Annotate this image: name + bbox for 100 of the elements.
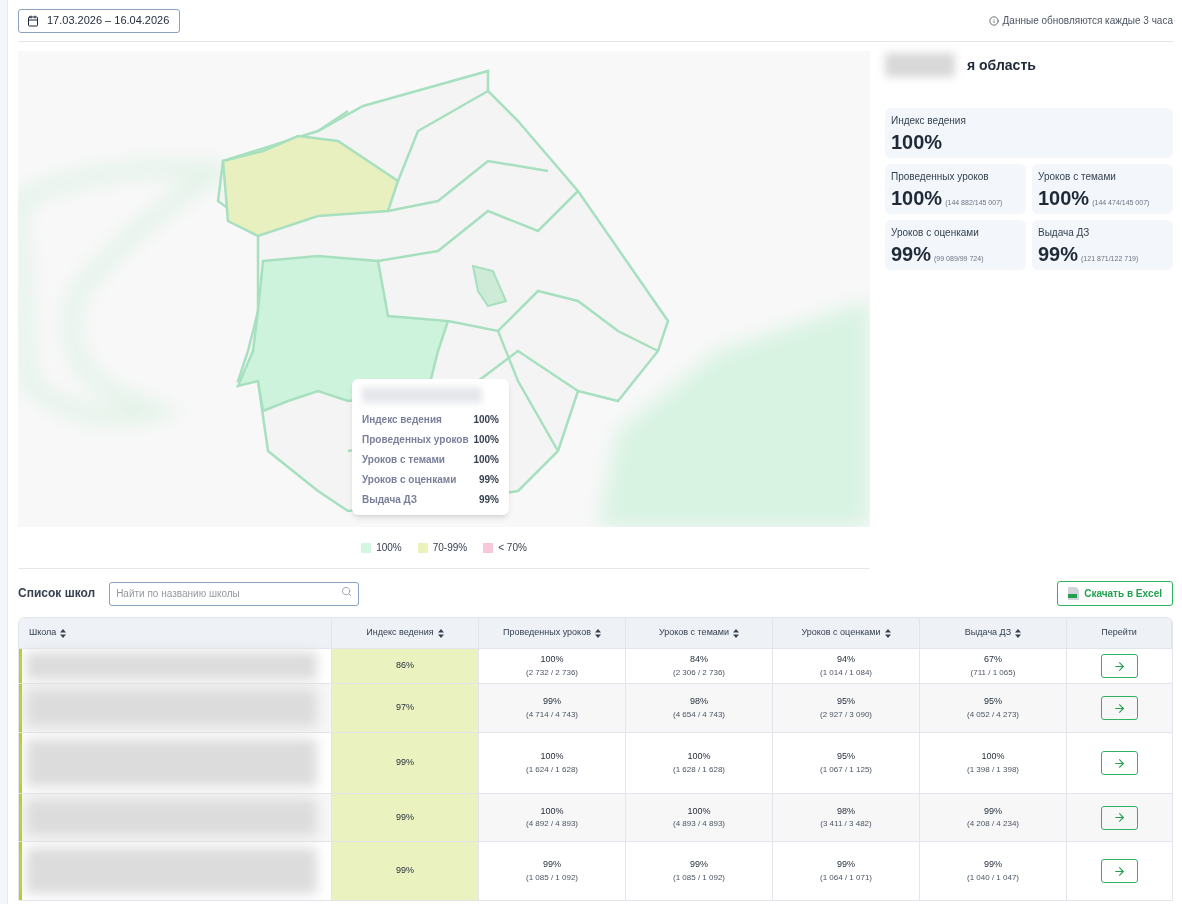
cell-detail: (2 927 / 3 090) (819, 708, 872, 721)
tooltip-label: Проведенных уроков (362, 432, 469, 447)
column-header[interactable]: Уроков с оценками (801, 626, 881, 640)
tooltip-value: 100% (473, 452, 499, 467)
date-range-picker[interactable]: 17.03.2026 – 16.04.2026 (18, 8, 180, 33)
arrow-right-icon (1113, 701, 1126, 715)
spreadsheet-file-icon (1068, 586, 1080, 600)
tooltip-label: Индекс ведения (362, 412, 442, 427)
legend-label: 100% (376, 541, 402, 555)
cell-detail: (4 892 / 4 893) (525, 818, 578, 831)
tooltip-value: 100% (473, 432, 499, 447)
table-cell: 99% (332, 794, 479, 841)
arrow-right-icon (1113, 756, 1126, 770)
metric-label: Выдача ДЗ (1038, 226, 1091, 240)
cell-detail: (1 040 / 1 047) (966, 871, 1019, 884)
sort-icon[interactable] (594, 628, 601, 638)
cell-detail: (1 064 / 1 071) (819, 871, 872, 884)
tooltip-value: 99% (479, 492, 499, 507)
metric-label: Уроков с темами (1038, 170, 1117, 184)
column-header[interactable]: Проведенных уроков (503, 626, 591, 640)
table-cell-text: 100% (687, 804, 711, 818)
search-field[interactable]: Найти по названию школы (109, 581, 360, 606)
section-title: Список школ (18, 585, 96, 602)
region-title: я область (967, 55, 1036, 75)
metric-label: Проведенных уроков (891, 170, 990, 184)
sort-icon[interactable] (733, 628, 740, 638)
tooltip-value: 100% (473, 412, 499, 427)
table-cell: 94% (837, 653, 855, 667)
table-cell-text: 99% (984, 804, 1002, 818)
open-button[interactable] (1101, 696, 1138, 720)
metric-value: 100% (891, 132, 943, 152)
cell-detail: (2 306 / 2 736) (672, 666, 725, 679)
table-cell: 98% (690, 695, 708, 709)
cell-detail: (4 654 / 4 743) (672, 708, 725, 721)
table-cell: 95% (837, 750, 855, 764)
table-cell: 97% (332, 684, 479, 732)
arrow-right-icon (1113, 864, 1126, 878)
open-button[interactable] (1101, 654, 1138, 678)
table-cell: 99% (690, 858, 708, 872)
arrow-right-icon (1113, 659, 1126, 673)
cell-detail: (1 085 / 1 092) (672, 871, 725, 884)
cell-detail: (3 411 / 3 482) (820, 818, 872, 831)
cell-detail: (1 085 / 1 092) (525, 871, 578, 884)
column-header[interactable]: Индекс ведения (366, 626, 434, 640)
cell-detail: (1 014 / 1 084) (819, 666, 872, 679)
cell-detail: (1 398 / 1 398) (966, 763, 1019, 776)
table-cell: 100% (981, 750, 1005, 764)
table-cell-text: 98% (837, 804, 855, 818)
metric-label: Уроков с оценками (891, 226, 980, 240)
table-cell: 84% (690, 653, 708, 667)
legend-label: < 70% (498, 541, 527, 555)
table-cell: 99% (332, 842, 479, 900)
tooltip-label: Уроков с оценками (362, 472, 457, 487)
open-button[interactable] (1101, 805, 1138, 830)
table-cell: 99% (543, 695, 561, 709)
update-note: Данные обновляются каждые 3 часа (1002, 14, 1173, 28)
column-header[interactable]: Выдача ДЗ (964, 626, 1012, 640)
metric-label: Индекс ведения (891, 114, 967, 128)
cell-detail: (4 714 / 4 743) (525, 708, 578, 721)
calendar-icon (27, 14, 39, 27)
redacted-text (885, 53, 955, 77)
table-cell: 86% (332, 649, 479, 683)
table-cell: 95% (984, 695, 1002, 709)
tooltip-label: Уроков с темами (362, 452, 445, 467)
table-cell-text: 100% (540, 804, 564, 818)
sort-icon[interactable] (884, 628, 891, 638)
cell-detail: (1 628 / 1 628) (672, 763, 725, 776)
table-cell: 99% (837, 858, 855, 872)
sort-icon[interactable] (60, 628, 67, 638)
column-header[interactable]: Школа (29, 626, 57, 640)
cell-detail: (4 052 / 4 273) (966, 708, 1019, 721)
open-button[interactable] (1101, 859, 1138, 883)
metric-value: 100% (1038, 188, 1090, 208)
table-cell: 99% (332, 733, 479, 793)
cell-detail: (1 624 / 1 628) (525, 763, 578, 776)
tooltip-value: 99% (479, 472, 499, 487)
sort-icon[interactable] (1015, 628, 1022, 638)
arrow-right-icon (1113, 811, 1126, 824)
sort-icon[interactable] (437, 628, 444, 638)
cell-detail: (4 208 / 4 234) (966, 818, 1019, 831)
cell-detail: (2 732 / 2 736) (525, 666, 578, 679)
table-cell: 100% (687, 750, 711, 764)
column-header[interactable]: Уроков с темами (658, 626, 730, 640)
open-button[interactable] (1101, 751, 1138, 775)
legend-label: 70-99% (432, 541, 468, 555)
table-cell: 99% (543, 858, 561, 872)
metric-value: 99% (891, 244, 932, 264)
search-icon (341, 586, 353, 598)
table-cell: 67% (984, 653, 1002, 667)
cell-detail: (4 893 / 4 893) (672, 818, 725, 831)
table-cell: 100% (540, 750, 564, 764)
tooltip-label: Выдача ДЗ (362, 492, 418, 507)
cell-detail: (1 067 / 1 125) (819, 763, 872, 776)
metric-value: 99% (1038, 244, 1079, 264)
column-header: Перейти (1101, 626, 1137, 640)
metric-value: 100% (891, 188, 943, 208)
table-cell: 95% (837, 695, 855, 709)
table-cell: 100% (540, 653, 564, 667)
info-icon (988, 15, 999, 26)
cell-detail: (711 / 1 065) (970, 666, 1016, 679)
